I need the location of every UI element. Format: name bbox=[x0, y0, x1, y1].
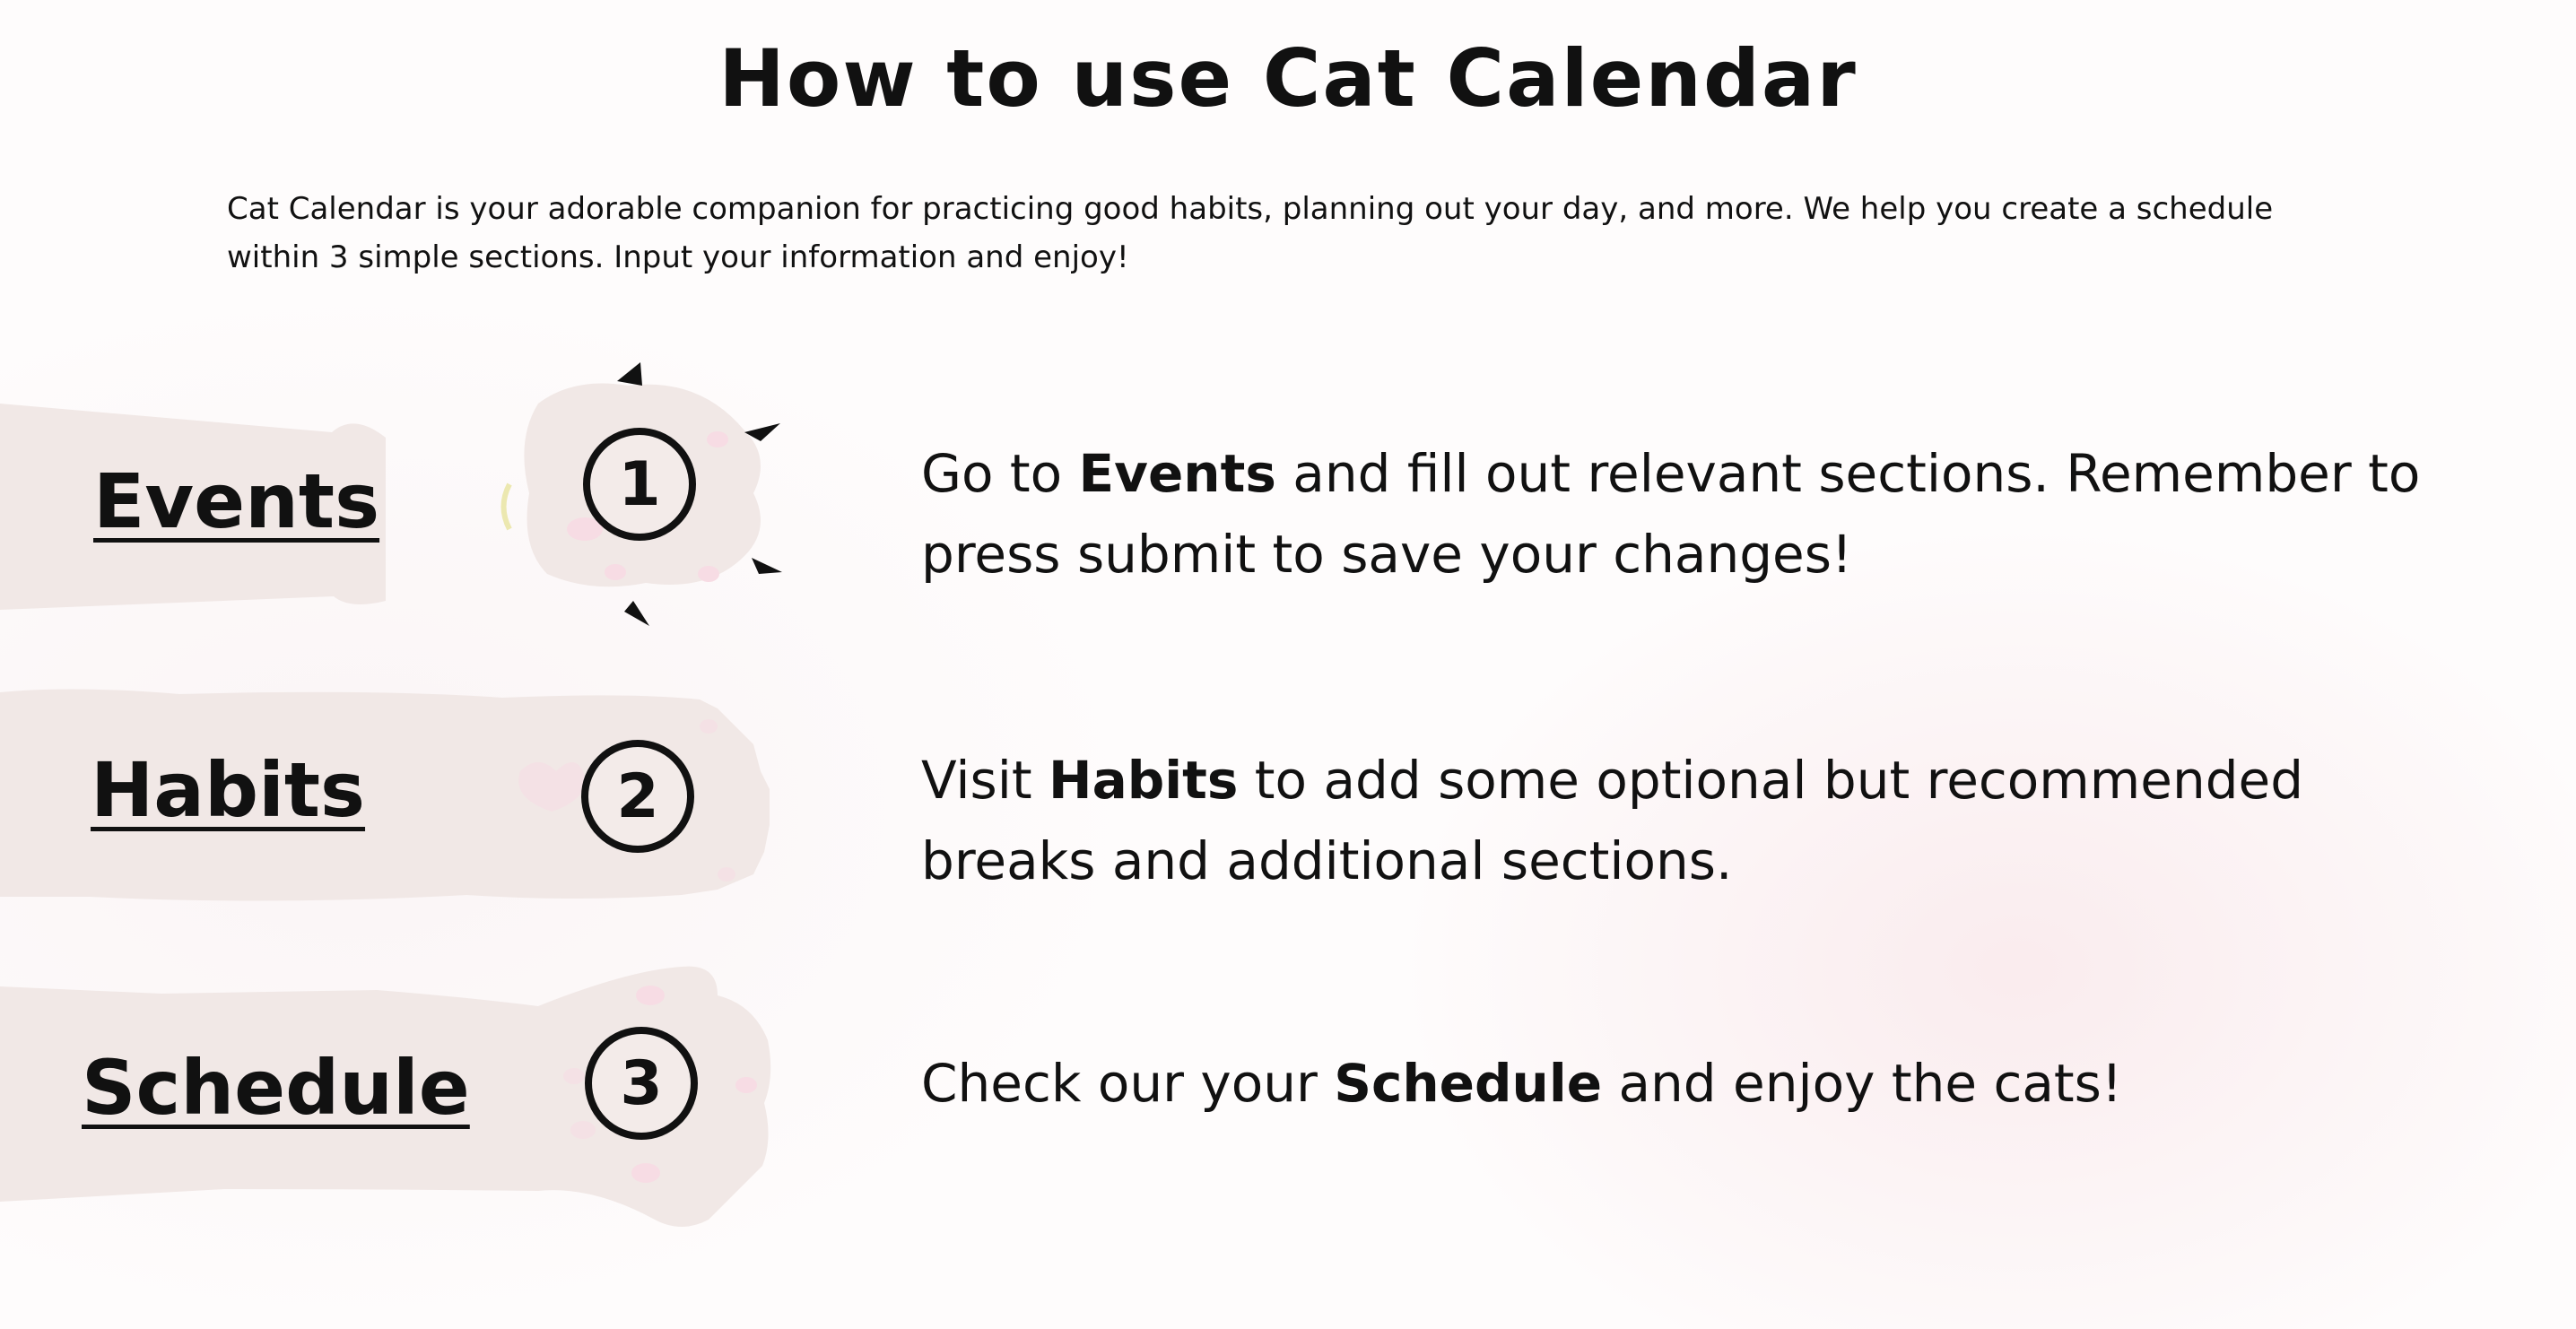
step-3-desc-after: and enjoy the cats! bbox=[1602, 1053, 2123, 1114]
step-events: Events 1 Go to Events and fill out relev… bbox=[0, 350, 2576, 637]
step-habits: Habits 2 Visit Habits to add some option… bbox=[0, 682, 2576, 915]
page-title: How to use Cat Calendar bbox=[718, 32, 1858, 125]
intro-text: Cat Calendar is your adorable companion … bbox=[227, 191, 2274, 275]
step-2-desc-before: Visit bbox=[921, 750, 1049, 811]
step-3-description: Check our your Schedule and enjoy the ca… bbox=[921, 1043, 2446, 1124]
step-2-description: Visit Habits to add some optional but re… bbox=[921, 740, 2446, 901]
step-1-desc-bold: Events bbox=[1078, 443, 1276, 504]
step-number-3: 3 bbox=[585, 1027, 698, 1140]
step-3-desc-before: Check our your bbox=[921, 1053, 1335, 1114]
events-link[interactable]: Events bbox=[93, 457, 379, 545]
step-2-desc-bold: Habits bbox=[1049, 750, 1239, 811]
step-3-desc-bold: Schedule bbox=[1334, 1053, 1603, 1114]
habits-link[interactable]: Habits bbox=[91, 746, 365, 834]
step-schedule: Schedule 3 Check our your Schedule and e… bbox=[0, 951, 2576, 1238]
schedule-link[interactable]: Schedule bbox=[82, 1044, 470, 1132]
step-number-1: 1 bbox=[583, 428, 696, 541]
step-1-desc-before: Go to bbox=[921, 443, 1079, 504]
step-number-2: 2 bbox=[581, 740, 694, 853]
step-1-description: Go to Events and fill out relevant secti… bbox=[921, 433, 2446, 595]
